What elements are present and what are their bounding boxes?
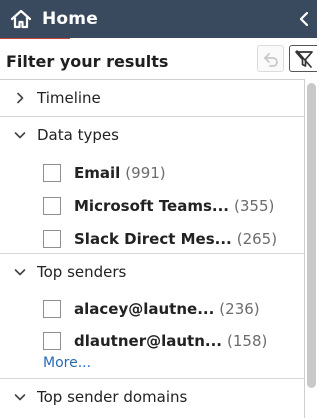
option-name: Slack Direct Mes...: [74, 230, 232, 248]
chevron-down-icon: [13, 265, 27, 279]
app-header: Home: [0, 0, 317, 38]
filter-option-sender-dlautner[interactable]: dlautner@lautn... (158): [43, 329, 293, 353]
section-label: Top sender domains: [37, 388, 188, 406]
filter-option-sender-alacey[interactable]: alacey@lautne... (236): [43, 297, 293, 321]
filter-bar: Filter your results: [0, 43, 317, 79]
filter-option-email[interactable]: Email (991): [43, 161, 293, 185]
section-label: Data types: [37, 126, 119, 144]
page-title: Home: [42, 9, 98, 29]
option-count: (158): [227, 332, 268, 350]
section-top-senders[interactable]: Top senders: [0, 254, 304, 290]
section-timeline[interactable]: Timeline: [0, 80, 304, 116]
filter-option-slack[interactable]: Slack Direct Mes... (265): [43, 227, 293, 251]
checkbox[interactable]: [43, 300, 61, 318]
undo-icon[interactable]: [257, 45, 284, 72]
filter-option-teams[interactable]: Microsoft Teams... (355): [43, 194, 293, 218]
checkbox[interactable]: [43, 230, 61, 248]
chevron-down-icon: [13, 128, 27, 142]
chevron-left-icon[interactable]: [297, 8, 311, 30]
option-name: alacey@lautne...: [74, 300, 215, 318]
filter-title: Filter your results: [6, 51, 169, 71]
chevron-right-icon: [13, 91, 27, 105]
chevron-down-icon: [13, 390, 27, 404]
option-name: Microsoft Teams...: [74, 197, 230, 215]
funnel-clear-icon[interactable]: [289, 45, 317, 72]
accent-line: [0, 38, 70, 39]
checkbox[interactable]: [43, 332, 61, 350]
section-label: Top senders: [37, 263, 127, 281]
option-name: dlautner@lautn...: [74, 332, 222, 350]
option-count: (355): [234, 197, 275, 215]
home-icon[interactable]: [10, 7, 34, 31]
scrollbar[interactable]: [307, 83, 316, 388]
checkbox[interactable]: [43, 197, 61, 215]
option-name: Email: [74, 164, 121, 182]
more-senders-link[interactable]: More...: [43, 355, 91, 371]
option-count: (236): [219, 300, 260, 318]
section-data-types[interactable]: Data types: [0, 117, 304, 153]
option-count: (991): [125, 164, 166, 182]
section-top-sender-domains[interactable]: Top sender domains: [0, 379, 304, 415]
section-label: Timeline: [37, 89, 101, 107]
checkbox[interactable]: [43, 164, 61, 182]
option-count: (265): [236, 230, 278, 248]
